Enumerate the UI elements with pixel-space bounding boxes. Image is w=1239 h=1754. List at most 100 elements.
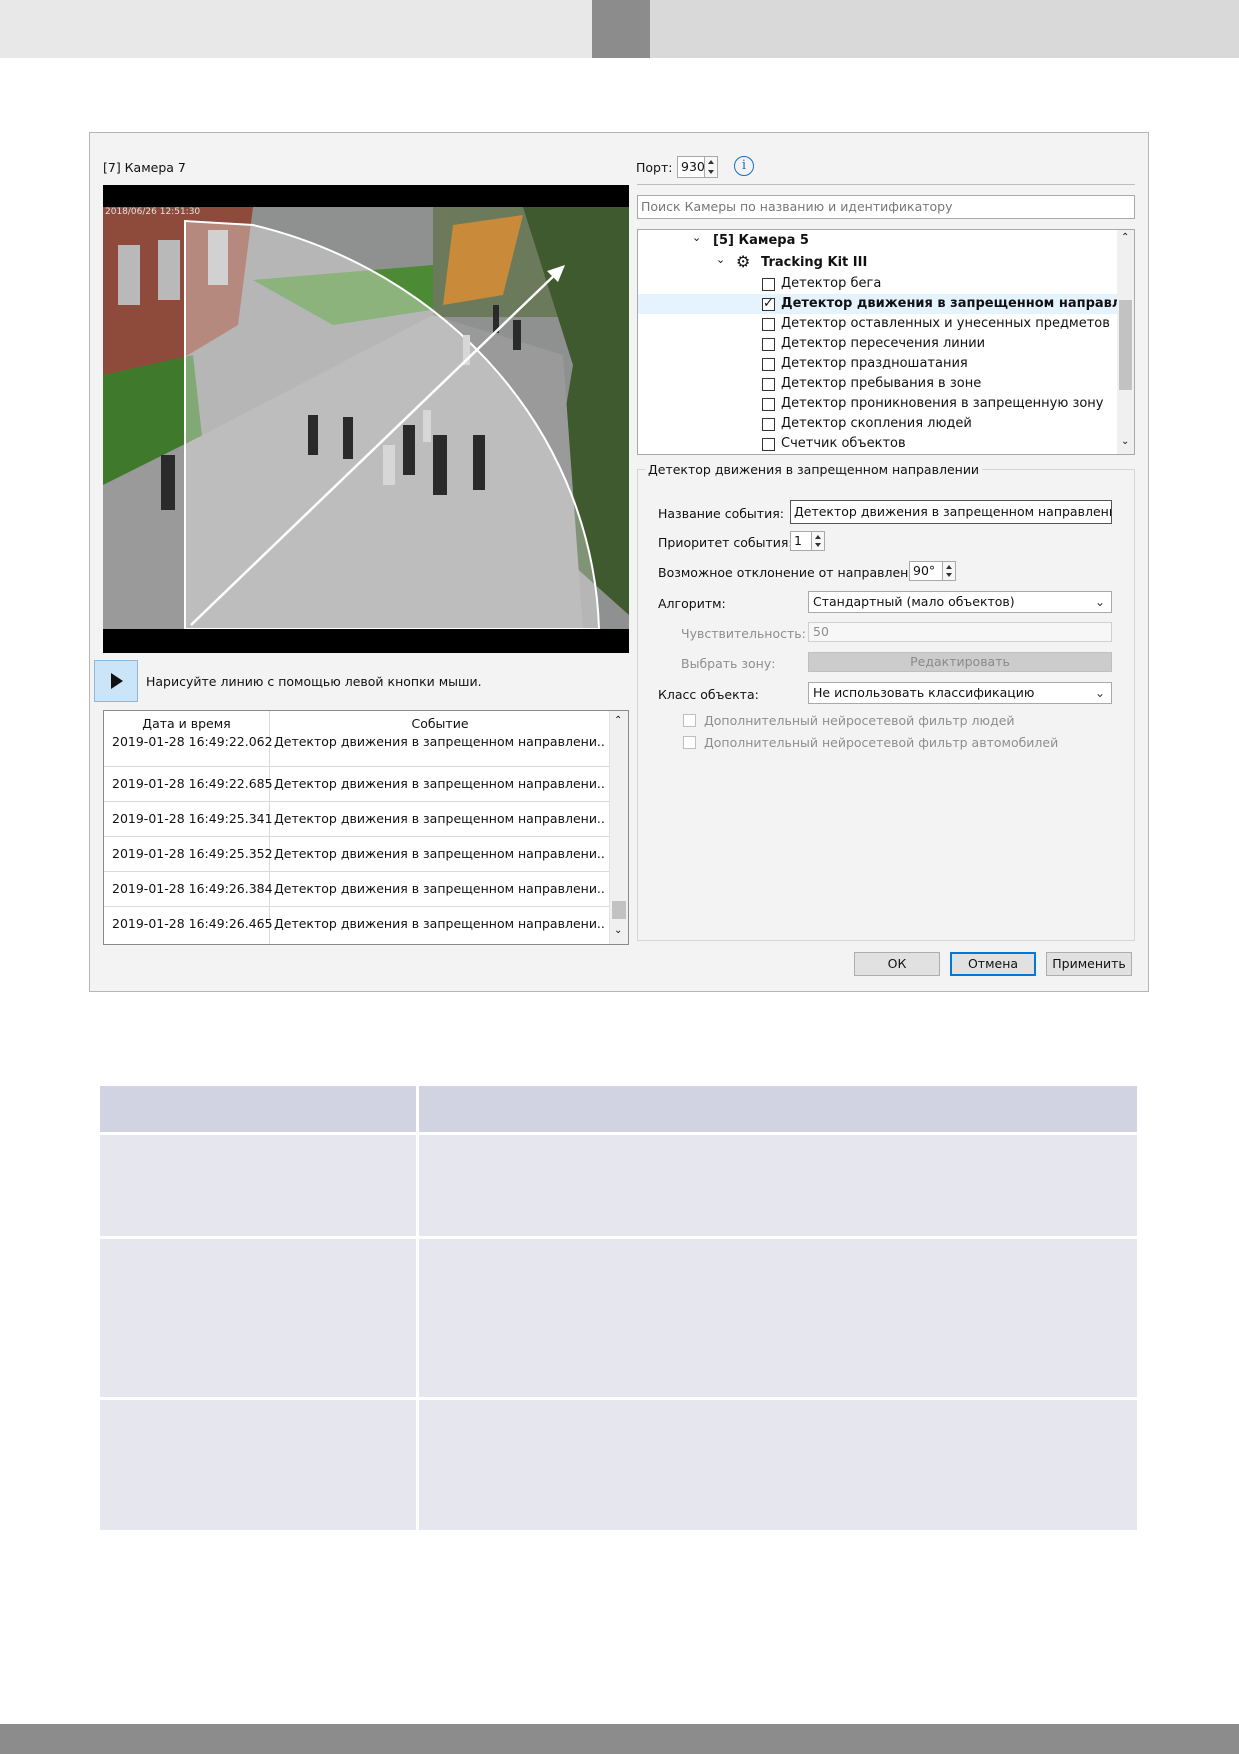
detector-tree[interactable]: ⌄ [5] Камера 5 ⌄ ⚙ Tracking Kit III Дете… [637,229,1135,455]
row-date: 2019-01-28 16:49:22.685 [112,776,273,791]
edit-zone-button[interactable]: Редактировать [808,652,1112,672]
video-frame [103,185,629,653]
detector-checkbox[interactable] [762,278,775,291]
scroll-down-icon[interactable]: ⌄ [1121,436,1129,447]
table-row[interactable]: 2019-01-28 16:49:26.465 Детектор движени… [104,907,609,942]
scroll-thumb[interactable] [1119,300,1132,390]
video-preview[interactable]: 2018/06/26 12:51:30 [103,185,629,653]
deviation-spinner[interactable] [942,561,956,581]
event-name-label: Название события: [658,506,784,521]
tree-detector-item[interactable]: Детектор оставленных и унесенных предмет… [781,316,1110,331]
detector-checkbox[interactable] [762,418,775,431]
tree-detector-item[interactable]: Детектор скопления людей [781,416,972,431]
camera-title: [7] Камера 7 [103,160,186,175]
table-cell [419,1239,1137,1397]
chevron-down-icon: ⌄ [1094,595,1105,609]
port-spinner[interactable] [704,156,718,178]
info-icon[interactable]: i [734,156,754,176]
algorithm-value: Стандартный (мало объектов) [813,594,1015,609]
row-date: 2019-01-28 16:49:26.465 [112,916,273,931]
events-scrollbar[interactable]: ⌃ ⌄ [609,711,628,944]
nn-people-label: Дополнительный нейросетевой фильтр людей [704,713,1015,728]
search-input[interactable]: Поиск Камеры по названию и идентификатор… [637,195,1135,219]
row-event: Детектор движения в запрещенном направле… [274,776,604,791]
chevron-down-icon: ⌄ [1094,686,1105,700]
sensitivity-spinbox[interactable]: 50 [808,622,1112,642]
tree-detector-item[interactable]: Детектор движения в запрещенном направл.… [781,296,1134,311]
row-event: Детектор движения в запрещенном направле… [274,881,604,896]
event-name-field[interactable]: Детектор движения в запрещенном направле… [790,500,1112,524]
table-cell [100,1239,416,1397]
tree-detector-item[interactable]: Детектор пребывания в зоне [781,376,981,391]
table-header-cell [100,1086,416,1132]
sensitivity-value: 50 [813,624,829,639]
scroll-up-icon[interactable]: ⌃ [614,715,622,726]
table-cell [100,1400,416,1530]
tree-detector-item[interactable]: Детектор проникновения в запрещенную зон… [781,396,1104,411]
events-table[interactable]: Дата и время Событие 2019-01-28 16:49:22… [103,710,629,945]
row-event: Детектор движения в запрещенном направле… [274,734,604,749]
table-header-cell [419,1086,1137,1132]
algorithm-select[interactable]: Стандартный (мало объектов) ⌄ [808,591,1112,613]
chevron-down-icon[interactable]: ⌄ [716,253,725,266]
row-event: Детектор движения в запрещенном направле… [274,811,604,826]
play-button[interactable] [94,660,138,702]
page-footer-bar [0,1724,1239,1754]
row-date: 2019-01-28 16:49:25.341 [112,811,273,826]
detector-checkbox[interactable] [762,318,775,331]
detector-checkbox[interactable] [762,378,775,391]
sensitivity-label: Чувствительность: [681,626,806,641]
detector-settings-dialog: [7] Камера 7 2018/06/26 12:51:30 Нарисуй… [89,132,1149,992]
nn-people-checkbox[interactable] [683,714,696,727]
deviation-field[interactable]: 90° [909,561,943,581]
tree-camera-node[interactable]: [5] Камера 5 [713,233,809,248]
separator [637,184,1135,185]
table-cell [419,1135,1137,1236]
document-table [100,1086,1137,1530]
class-value: Не использовать классификацию [813,685,1035,700]
port-input[interactable]: 930 [677,156,705,178]
nn-cars-checkbox[interactable] [683,736,696,749]
row-date: 2019-01-28 16:49:25.352 [112,846,273,861]
draw-hint: Нарисуйте линию с помощью левой кнопки м… [146,674,482,689]
detector-checkbox[interactable] [762,438,775,451]
class-label: Класс объекта: [658,687,759,702]
chevron-down-icon[interactable]: ⌄ [692,231,701,244]
row-date: 2019-01-28 16:49:26.384 [112,881,273,896]
scroll-up-icon[interactable]: ⌃ [1121,232,1129,243]
tree-kit-node[interactable]: Tracking Kit III [761,255,867,270]
table-row[interactable]: 2019-01-28 16:49:22.062 Детектор движени… [104,733,609,767]
tree-detector-item[interactable]: Детектор пересечения линии [781,336,985,351]
tree-detector-item[interactable]: Детектор праздношатания [781,356,968,371]
table-row[interactable]: 2019-01-28 16:49:22.685 Детектор движени… [104,767,609,802]
priority-spinner[interactable] [811,531,825,551]
tree-detector-item[interactable]: Счетчик объектов [781,436,906,451]
detector-checkbox[interactable] [762,338,775,351]
tree-detector-item[interactable]: Детектор бега [781,276,881,291]
cancel-button[interactable]: Отмена [950,952,1036,976]
table-cell [100,1135,416,1236]
video-timestamp: 2018/06/26 12:51:30 [105,207,201,217]
scroll-thumb[interactable] [612,901,626,919]
priority-label: Приоритет события: [658,535,793,550]
table-row[interactable]: 2019-01-28 16:49:25.341 Детектор движени… [104,802,609,837]
table-row[interactable]: 2019-01-28 16:49:25.352 Детектор движени… [104,837,609,872]
deviation-label: Возможное отклонение от направления: [658,565,929,580]
tree-scrollbar[interactable]: ⌃ ⌄ [1117,230,1134,454]
priority-field[interactable]: 1 [790,531,812,551]
page-header-left [0,0,592,58]
ok-button[interactable]: ОК [854,952,940,976]
gear-icon: ⚙ [736,252,751,271]
detector-checkbox[interactable] [762,398,775,411]
class-select[interactable]: Не использовать классификацию ⌄ [808,682,1112,704]
table-cell [419,1400,1137,1530]
group-title: Детектор движения в запрещенном направле… [645,462,983,477]
apply-button[interactable]: Применить [1046,952,1132,976]
detector-checkbox[interactable] [762,296,775,311]
detector-checkbox[interactable] [762,358,775,371]
row-date: 2019-01-28 16:49:22.062 [112,734,273,749]
row-event: Детектор движения в запрещенном направле… [274,846,604,861]
table-row[interactable]: 2019-01-28 16:49:26.384 Детектор движени… [104,872,609,907]
scroll-down-icon[interactable]: ⌄ [614,925,622,936]
zone-label: Выбрать зону: [681,656,776,671]
